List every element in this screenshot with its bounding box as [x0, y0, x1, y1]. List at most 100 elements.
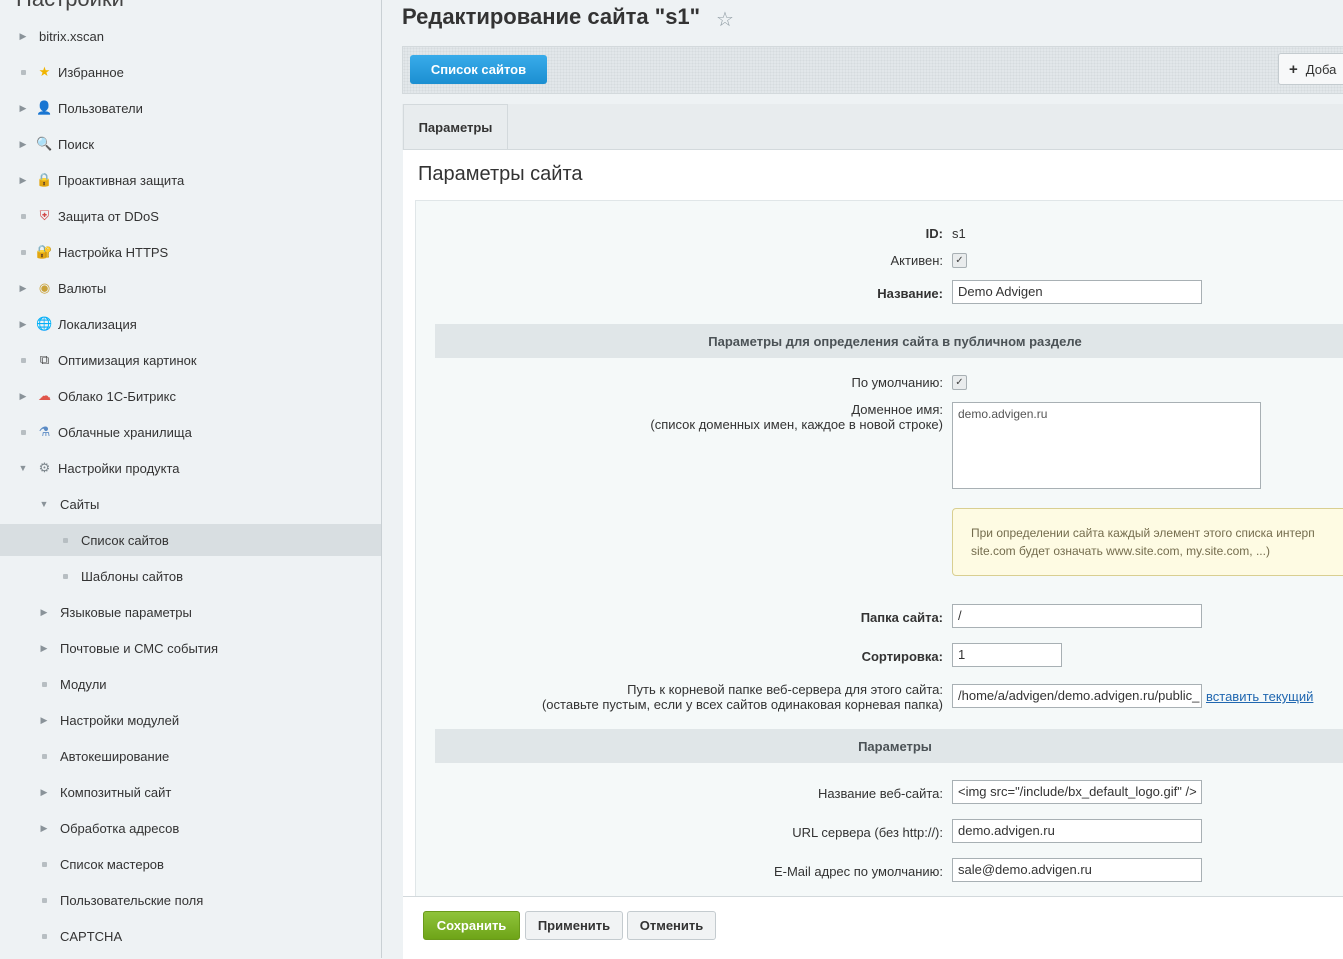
sidebar-item[interactable]: Список мастеров: [0, 848, 381, 880]
active-checkbox[interactable]: ✓: [952, 253, 967, 268]
collapsed-arrow-icon[interactable]: ▶: [39, 787, 49, 798]
bullet-icon: [18, 69, 28, 75]
sidebar-item-label: Защита от DDoS: [58, 208, 159, 224]
sidebar-item-label: Почтовые и СМС события: [60, 640, 219, 656]
sidebar-item[interactable]: ▶ 🔍 Поиск: [0, 128, 381, 160]
expanded-arrow-icon[interactable]: ▼: [39, 499, 49, 509]
url-input[interactable]: demo.advigen.ru: [952, 819, 1202, 843]
apply-button[interactable]: Применить: [525, 911, 623, 940]
sidebar-item-label: Поиск: [58, 136, 95, 152]
sidebar-item[interactable]: Пользовательские поля: [0, 884, 381, 916]
sidebar-item[interactable]: ▶ 🌐 Локализация: [0, 308, 381, 340]
sidebar-item[interactable]: Автокеширование: [0, 740, 381, 772]
favorite-star-icon[interactable]: ☆: [716, 7, 734, 32]
params-section-heading: Параметры: [435, 729, 1343, 763]
expanded-arrow-icon[interactable]: ▼: [18, 463, 28, 473]
sidebar-item[interactable]: ▶ Настройки модулей: [0, 704, 381, 736]
sidebar-item[interactable]: 🔐 Настройка HTTPS: [0, 236, 381, 268]
bullet-icon: [60, 573, 70, 579]
collapsed-arrow-icon[interactable]: ▶: [39, 607, 49, 618]
bullet-icon: [18, 429, 28, 435]
collapsed-arrow-icon[interactable]: ▶: [18, 319, 28, 330]
collapsed-arrow-icon[interactable]: ▶: [18, 175, 28, 186]
email-input[interactable]: sale@demo.advigen.ru: [952, 858, 1202, 882]
collapsed-arrow-icon[interactable]: ▶: [18, 31, 28, 42]
collapsed-arrow-icon[interactable]: ▶: [39, 643, 49, 654]
insert-current-link[interactable]: вставить текущий: [1206, 689, 1313, 704]
bullet-icon: [39, 753, 49, 759]
docroot-input[interactable]: /home/a/advigen/demo.advigen.ru/public_: [952, 684, 1202, 708]
user-icon: 👤: [36, 100, 53, 115]
sort-input[interactable]: 1: [952, 643, 1062, 667]
add-button[interactable]: + Доба: [1278, 53, 1343, 85]
sidebar-item-label: Настройка HTTPS: [58, 244, 169, 260]
bullet-icon: [60, 537, 70, 543]
sidebar-title: Настройки: [16, 0, 124, 12]
cancel-button[interactable]: Отменить: [627, 911, 716, 940]
name-input[interactable]: Demo Advigen: [952, 280, 1202, 304]
domain-textarea[interactable]: demo.advigen.ru: [952, 402, 1261, 489]
sidebar-item-label: Локализация: [58, 316, 137, 332]
star-icon: ★: [38, 64, 51, 79]
collapsed-arrow-icon[interactable]: ▶: [18, 103, 28, 114]
sidebar-item-label: Обработка адресов: [60, 820, 180, 836]
default-checkbox[interactable]: ✓: [952, 375, 967, 390]
sidebar-item-label: Шаблоны сайтов: [81, 568, 184, 584]
save-button[interactable]: Сохранить: [423, 911, 520, 940]
folder-input[interactable]: /: [952, 604, 1202, 628]
sidebar-item[interactable]: ▶ ☁ Облако 1С-Битрикс: [0, 380, 381, 412]
bullet-icon: [39, 897, 49, 903]
site-list-button[interactable]: Список сайтов: [410, 55, 547, 84]
shield-icon: ⛨: [39, 208, 50, 223]
sidebar-item[interactable]: ▶ 🔒 Проактивная защита: [0, 164, 381, 196]
sidebar-item[interactable]: ⧉ Оптимизация картинок: [0, 344, 381, 376]
email-label: E-Mail адрес по умолчанию:: [773, 864, 943, 879]
collapsed-arrow-icon[interactable]: ▶: [18, 139, 28, 150]
sidebar-item[interactable]: ▶ Обработка адресов: [0, 812, 381, 844]
sitename-input[interactable]: <img src="/include/bx_default_logo.gif" …: [952, 780, 1202, 804]
public-section-heading: Параметры для определения сайта в публич…: [435, 324, 1343, 358]
sidebar-item-label: Проактивная защита: [58, 172, 185, 188]
sidebar-item-label: Языковые параметры: [60, 604, 192, 620]
sidebar-item[interactable]: ⚗ Облачные хранилища: [0, 416, 381, 448]
sidebar-item-label: Избранное: [58, 64, 124, 80]
sidebar-item-label: Оптимизация картинок: [58, 352, 197, 368]
sidebar-item[interactable]: ⛨ Защита от DDoS: [0, 200, 381, 232]
sidebar-item-label: Список сайтов: [81, 532, 169, 548]
id-label: ID:: [925, 226, 943, 241]
domain-note: При определении сайта каждый элемент это…: [952, 508, 1343, 576]
sidebar-item-label: Сайты: [60, 496, 100, 512]
collapsed-arrow-icon[interactable]: ▶: [18, 391, 28, 402]
sidebar-item-label: Список мастеров: [60, 856, 164, 872]
sidebar-item[interactable]: ▶ Языковые параметры: [0, 596, 381, 628]
note-line-1: При определении сайта каждый элемент это…: [971, 526, 1315, 540]
search-icon: 🔍: [36, 136, 53, 151]
sidebar-item[interactable]: ★ Избранное: [0, 56, 381, 88]
collapsed-arrow-icon[interactable]: ▶: [39, 823, 49, 834]
flask-icon: ⚗: [38, 424, 51, 439]
sidebar-item[interactable]: Модули: [0, 668, 381, 700]
sidebar-item-label: Облако 1С-Битрикс: [58, 388, 176, 404]
tabs-bar: [402, 104, 1343, 150]
coin-icon: ◉: [38, 280, 51, 295]
sidebar-item[interactable]: CAPTCHA: [0, 920, 381, 952]
sidebar-item[interactable]: ▶ Композитный сайт: [0, 776, 381, 808]
sidebar-item[interactable]: ▼ ⚙ Настройки продукта: [0, 452, 381, 484]
gear-icon: ⚙: [38, 460, 51, 475]
sidebar-item-label: bitrix.xscan: [39, 28, 105, 44]
domain-hint: (список доменных имен, каждое в новой ст…: [650, 417, 943, 432]
sidebar-item[interactable]: ▶ ◉ Валюты: [0, 272, 381, 304]
sidebar-item[interactable]: ▶ bitrix.xscan: [0, 20, 381, 52]
docroot-hint: (оставьте пустым, если у всех сайтов оди…: [541, 697, 943, 712]
sidebar-item[interactable]: ▼ Сайты: [0, 488, 381, 520]
sidebar-item[interactable]: Список сайтов: [0, 524, 381, 556]
sidebar-item[interactable]: ▶ 👤 Пользователи: [0, 92, 381, 124]
admin-sidebar: Настройки ▶ bitrix.xscan ★ Избранное ▶ 👤 Польз…: [0, 0, 382, 958]
collapsed-arrow-icon[interactable]: ▶: [18, 283, 28, 294]
sidebar-item-label: Модули: [60, 676, 107, 692]
folder-label: Папка сайта:: [860, 610, 943, 625]
collapsed-arrow-icon[interactable]: ▶: [39, 715, 49, 726]
tab-parameters[interactable]: Параметры: [403, 104, 508, 149]
sidebar-item[interactable]: Шаблоны сайтов: [0, 560, 381, 592]
sidebar-item[interactable]: ▶ Почтовые и СМС события: [0, 632, 381, 664]
